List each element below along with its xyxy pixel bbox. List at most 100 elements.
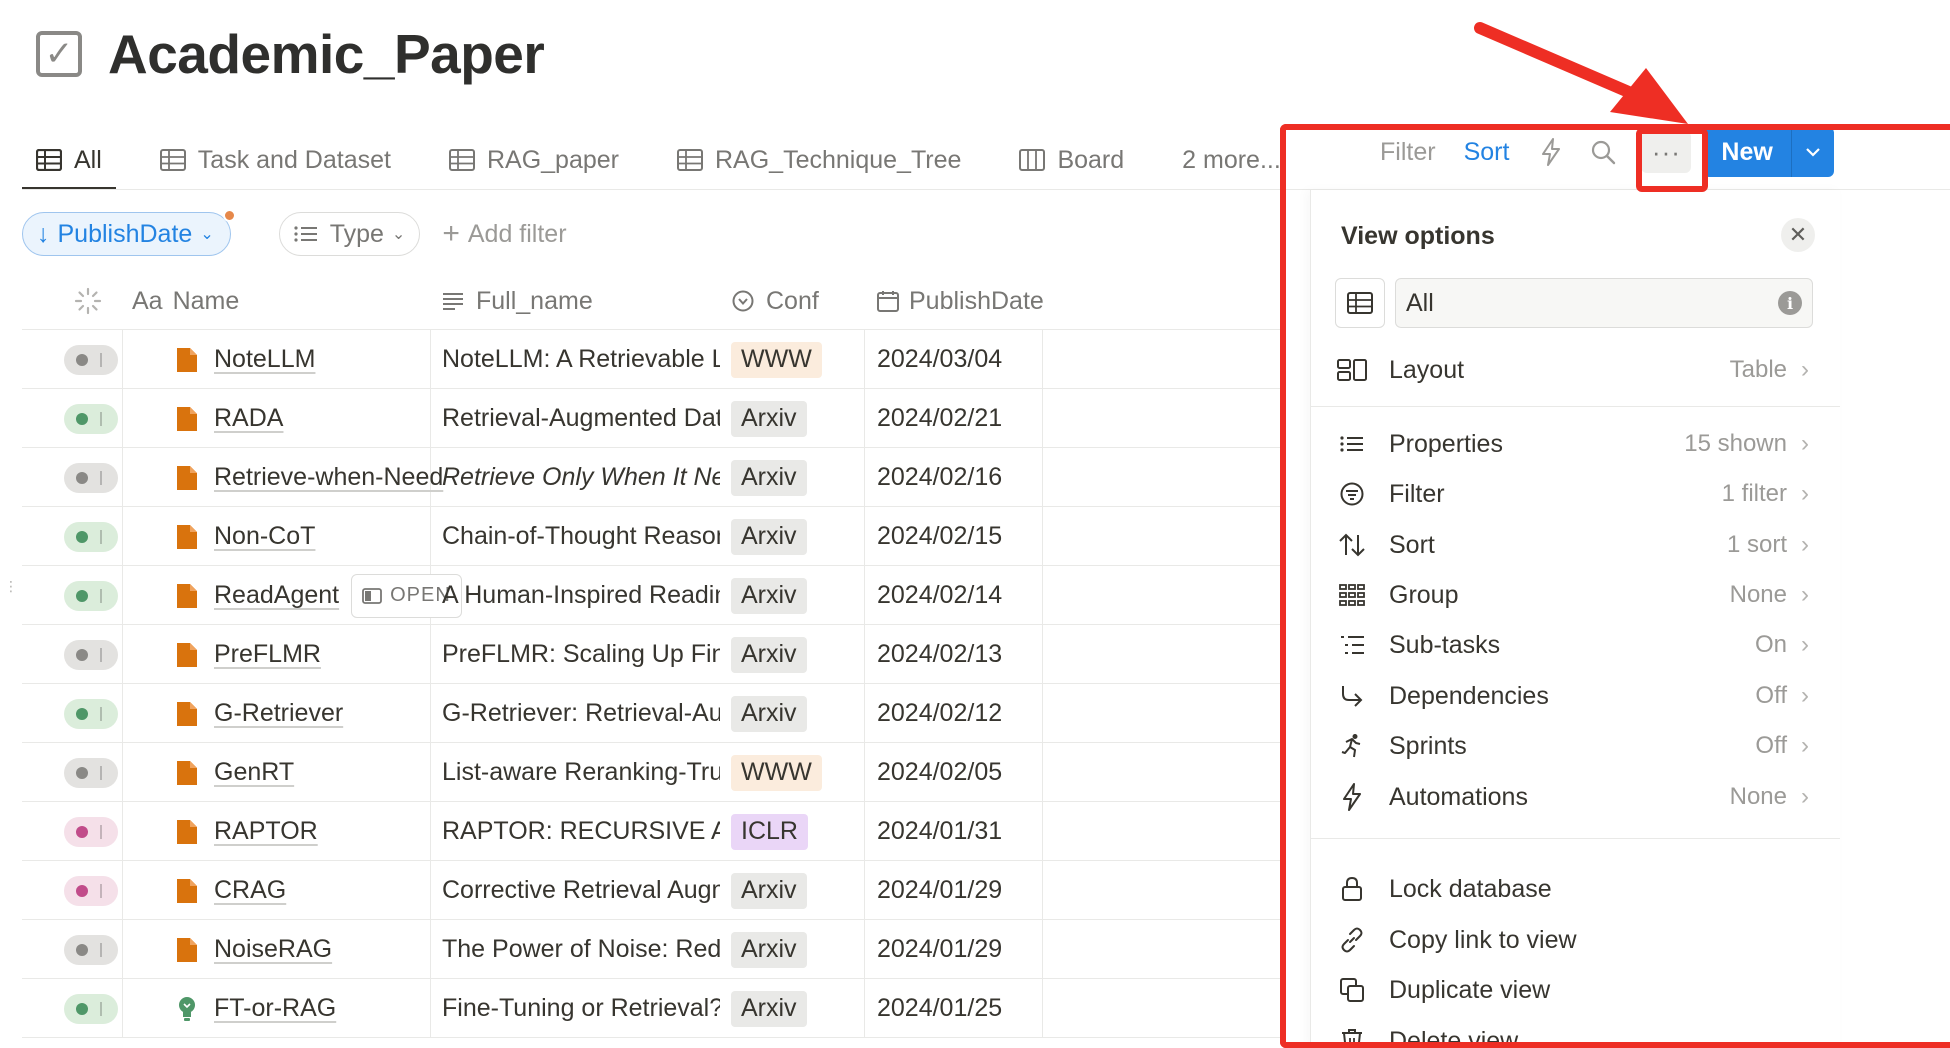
name-cell[interactable]: G-Retriever bbox=[176, 684, 426, 743]
publish-date-cell[interactable]: 2024/03/04 bbox=[877, 330, 1002, 389]
full-name-cell[interactable]: List-aware Reranking-Truncati bbox=[442, 743, 720, 802]
view-option-sort[interactable]: Sort 1 sort › bbox=[1335, 523, 1815, 567]
publish-date-cell[interactable]: 2024/02/16 bbox=[877, 448, 1002, 507]
conf-cell[interactable]: Arxiv bbox=[731, 920, 807, 979]
sort-chip[interactable]: ↓ PublishDate ⌄ bbox=[22, 209, 236, 256]
publish-date-cell[interactable]: 2024/02/12 bbox=[877, 684, 1002, 743]
publish-date-cell[interactable]: 2024/01/29 bbox=[877, 861, 1002, 920]
view-action-delete-view[interactable]: Delete view bbox=[1335, 1019, 1815, 1048]
row-name[interactable]: PreFLMR bbox=[214, 640, 321, 669]
column-header-publish-date[interactable]: PublishDate bbox=[877, 272, 1044, 330]
conf-cell[interactable]: WWW bbox=[731, 330, 822, 389]
chevron-down-icon[interactable] bbox=[1792, 127, 1834, 177]
status-toggle[interactable] bbox=[64, 743, 118, 802]
tab-more[interactable]: 2 more... bbox=[1168, 130, 1295, 190]
column-header-conf[interactable]: Conf bbox=[732, 272, 819, 330]
conf-cell[interactable]: Arxiv bbox=[731, 684, 807, 743]
table-row[interactable]: NoiseRAG The Power of Noise: Redefinin A… bbox=[22, 920, 1282, 979]
row-name[interactable]: RADA bbox=[214, 404, 283, 433]
row-name[interactable]: NoteLLM bbox=[214, 345, 315, 374]
full-name-cell[interactable]: Chain-of-Thought Reasoning W bbox=[442, 507, 720, 566]
table-row[interactable]: GenRT List-aware Reranking-Truncati WWW … bbox=[22, 743, 1282, 802]
conf-cell[interactable]: Arxiv bbox=[731, 861, 807, 920]
full-name-cell[interactable]: PreFLMR: Scaling Up Fine-Gra bbox=[442, 625, 720, 684]
status-toggle[interactable] bbox=[64, 625, 118, 684]
publish-date-cell[interactable]: 2024/02/13 bbox=[877, 625, 1002, 684]
close-icon[interactable]: ✕ bbox=[1781, 218, 1815, 252]
status-toggle[interactable] bbox=[64, 507, 118, 566]
full-name-cell[interactable]: Retrieval-Augmented Data Au bbox=[442, 389, 720, 448]
table-row[interactable]: NoteLLM NoteLLM: A Retrievable Large WWW… bbox=[22, 330, 1282, 389]
view-option-properties[interactable]: Properties 15 shown › bbox=[1335, 422, 1815, 466]
publish-date-cell[interactable]: 2024/02/05 bbox=[877, 743, 1002, 802]
full-name-cell[interactable]: RAPTOR: RECURSIVE ABSTRA bbox=[442, 802, 720, 861]
view-option-group[interactable]: Group None › bbox=[1335, 573, 1815, 617]
lightning-icon[interactable] bbox=[1537, 138, 1565, 166]
row-name[interactable]: FT-or-RAG bbox=[214, 994, 336, 1023]
conf-cell[interactable]: Arxiv bbox=[731, 507, 807, 566]
conf-cell[interactable]: Arxiv bbox=[731, 566, 807, 625]
table-row[interactable]: Non-CoT Chain-of-Thought Reasoning W Arx… bbox=[22, 507, 1282, 566]
conf-cell[interactable]: Arxiv bbox=[731, 979, 807, 1038]
tab-task-and-dataset[interactable]: Task and Dataset bbox=[146, 130, 405, 190]
full-name-cell[interactable]: Retrieve Only When It Needs: bbox=[442, 448, 720, 507]
row-name[interactable]: G-Retriever bbox=[214, 699, 343, 728]
name-cell[interactable]: Retrieve-when-Need bbox=[176, 448, 443, 507]
view-action-duplicate-view[interactable]: Duplicate view bbox=[1335, 968, 1815, 1012]
table-row[interactable]: RADA Retrieval-Augmented Data Au Arxiv 2… bbox=[22, 389, 1282, 448]
view-action-copy-link-to-view[interactable]: Copy link to view bbox=[1335, 918, 1815, 962]
publish-date-cell[interactable]: 2024/02/15 bbox=[877, 507, 1002, 566]
full-name-cell[interactable]: G-Retriever: Retrieval-Augmen bbox=[442, 684, 720, 743]
full-name-cell[interactable]: A Human-Inspired Reading Ag bbox=[442, 566, 720, 625]
table-row[interactable]: PreFLMR PreFLMR: Scaling Up Fine-Gra Arx… bbox=[22, 625, 1282, 684]
publish-date-cell[interactable]: 2024/02/21 bbox=[877, 389, 1002, 448]
row-name[interactable]: ReadAgent bbox=[214, 581, 339, 610]
table-row[interactable]: Retrieve-when-Need Retrieve Only When It… bbox=[22, 448, 1282, 507]
name-cell[interactable]: Non-CoT bbox=[176, 507, 426, 566]
info-icon[interactable]: i bbox=[1778, 291, 1802, 315]
status-toggle[interactable] bbox=[64, 802, 118, 861]
table-row[interactable]: RAPTOR RAPTOR: RECURSIVE ABSTRA ICLR 202… bbox=[22, 802, 1282, 861]
full-name-cell[interactable]: Fine-Tuning or Retrieval? Com bbox=[442, 979, 720, 1038]
name-cell[interactable]: PreFLMR bbox=[176, 625, 426, 684]
drag-handle-icon[interactable]: ⋮ bbox=[4, 579, 18, 593]
view-option-filter[interactable]: Filter 1 filter › bbox=[1335, 472, 1815, 516]
conf-cell[interactable]: WWW bbox=[731, 743, 822, 802]
status-toggle[interactable] bbox=[64, 861, 118, 920]
tab-rag-technique-tree[interactable]: RAG_Technique_Tree bbox=[663, 130, 975, 190]
tab-all[interactable]: All bbox=[22, 130, 116, 190]
name-cell[interactable]: ReadAgent OPEN bbox=[176, 566, 462, 625]
status-toggle[interactable] bbox=[64, 920, 118, 979]
full-name-cell[interactable]: The Power of Noise: Redefinin bbox=[442, 920, 720, 979]
name-cell[interactable]: NoiseRAG bbox=[176, 920, 426, 979]
conf-cell[interactable]: ICLR bbox=[731, 802, 808, 861]
status-toggle[interactable] bbox=[64, 330, 118, 389]
view-option-automations[interactable]: Automations None › bbox=[1335, 775, 1815, 819]
name-cell[interactable]: RADA bbox=[176, 389, 426, 448]
view-option-dependencies[interactable]: Dependencies Off › bbox=[1335, 674, 1815, 718]
status-toggle[interactable] bbox=[64, 448, 118, 507]
search-icon[interactable] bbox=[1589, 138, 1617, 166]
status-toggle[interactable] bbox=[64, 684, 118, 743]
table-row[interactable]: FT-or-RAG Fine-Tuning or Retrieval? Com … bbox=[22, 979, 1282, 1038]
name-cell[interactable]: FT-or-RAG bbox=[176, 979, 426, 1038]
conf-cell[interactable]: Arxiv bbox=[731, 625, 807, 684]
column-header-full-name[interactable]: Full_name bbox=[442, 272, 593, 330]
publish-date-cell[interactable]: 2024/01/29 bbox=[877, 920, 1002, 979]
view-name-input[interactable]: All i bbox=[1395, 278, 1813, 328]
table-row[interactable]: G-Retriever G-Retriever: Retrieval-Augme… bbox=[22, 684, 1282, 743]
conf-cell[interactable]: Arxiv bbox=[731, 389, 807, 448]
row-name[interactable]: Retrieve-when-Need bbox=[214, 463, 443, 492]
row-name[interactable]: CRAG bbox=[214, 876, 286, 905]
full-name-cell[interactable]: NoteLLM: A Retrievable Large bbox=[442, 330, 720, 389]
table-row[interactable]: ReadAgent OPEN A Human-Inspired Reading … bbox=[22, 566, 1282, 625]
name-cell[interactable]: GenRT bbox=[176, 743, 426, 802]
add-filter-button[interactable]: + Add filter bbox=[442, 217, 566, 251]
view-action-lock-database[interactable]: Lock database bbox=[1335, 867, 1815, 911]
publish-date-cell[interactable]: 2024/02/14 bbox=[877, 566, 1002, 625]
view-option-sprints[interactable]: Sprints Off › bbox=[1335, 724, 1815, 768]
view-option-sub-tasks[interactable]: Sub-tasks On › bbox=[1335, 623, 1815, 667]
view-icon-button[interactable] bbox=[1335, 278, 1385, 328]
status-toggle[interactable] bbox=[64, 389, 118, 448]
publish-date-cell[interactable]: 2024/01/31 bbox=[877, 802, 1002, 861]
